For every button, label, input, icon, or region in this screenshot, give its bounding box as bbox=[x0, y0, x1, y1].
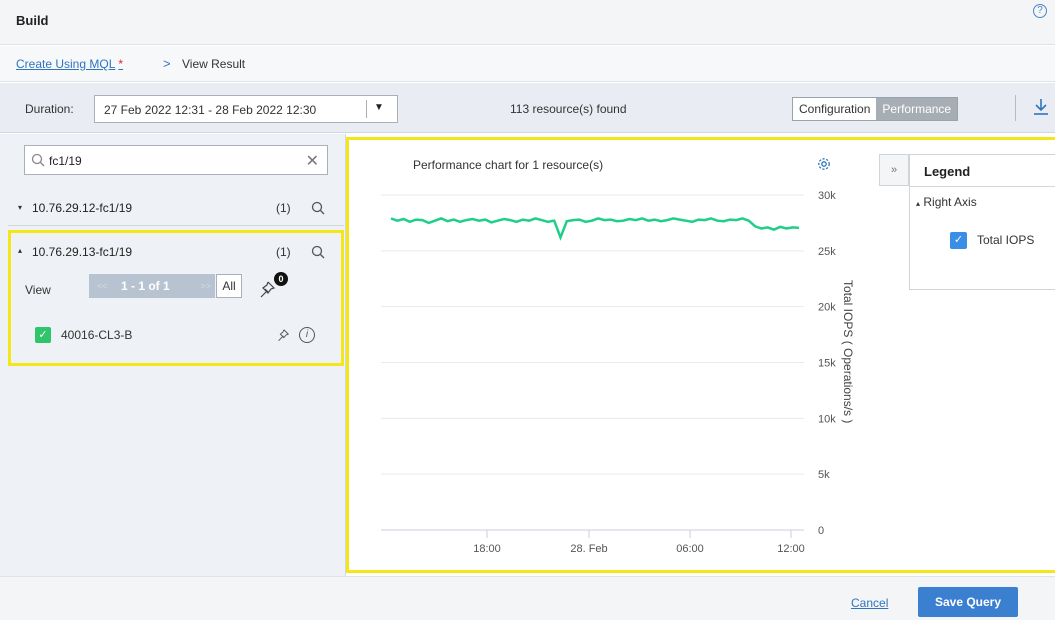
required-mark: * bbox=[118, 57, 124, 71]
search-icon[interactable] bbox=[311, 201, 325, 215]
duration-label: Duration: bbox=[25, 102, 74, 116]
page-header: Build ? bbox=[0, 0, 1055, 45]
resource-sidebar: ✕ ▾ 10.76.29.12-fc1/19 (1) ▴ 10.76.29.13… bbox=[0, 134, 346, 576]
pinned-count-badge: 0 bbox=[274, 272, 288, 286]
gear-icon[interactable] bbox=[816, 156, 832, 172]
group-label: 10.76.29.12-fc1/19 bbox=[32, 201, 133, 215]
all-button[interactable]: All bbox=[216, 274, 242, 298]
resource-checkbox[interactable]: ✓ bbox=[35, 327, 51, 343]
y-tick-label: 15k bbox=[818, 358, 836, 370]
pager: << 1 - 1 of 1 >> bbox=[89, 274, 215, 298]
chart-legend: Legend ▴ Right Axis ✓ Total IOPS bbox=[909, 154, 1055, 290]
pager-next[interactable]: >> bbox=[200, 274, 211, 298]
expanded-triangle-icon[interactable]: ▴ bbox=[18, 246, 22, 255]
clear-search-icon[interactable]: ✕ bbox=[306, 151, 319, 171]
chevron-right-icon: > bbox=[163, 56, 171, 71]
legend-toggle[interactable]: » bbox=[879, 154, 909, 186]
group-count: (1) bbox=[276, 245, 291, 259]
breadcrumb-current: View Result bbox=[182, 57, 246, 71]
pin-icon[interactable] bbox=[276, 328, 290, 342]
pager-prev[interactable]: << bbox=[97, 274, 108, 298]
resources-found-text: 113 resource(s) found bbox=[510, 102, 627, 116]
x-tick-label: 06:00 bbox=[676, 543, 704, 555]
x-tick-label: 12:00 bbox=[777, 543, 805, 555]
view-mode-toggle: Configuration Performance bbox=[792, 97, 959, 121]
legend-divider bbox=[910, 186, 1055, 187]
search-icon[interactable] bbox=[311, 245, 325, 259]
footer: Cancel Save Query bbox=[0, 576, 1055, 620]
y-tick-label: 30k bbox=[818, 190, 836, 202]
x-tick-label: 28. Feb bbox=[570, 543, 607, 555]
legend-group[interactable]: ▴ Right Axis bbox=[916, 195, 977, 209]
y-tick-label: 0 bbox=[818, 525, 824, 537]
legend-item-label: Total IOPS bbox=[977, 233, 1035, 247]
y-axis-label: Total IOPS ( Operations/s ) bbox=[841, 280, 855, 423]
search-input[interactable] bbox=[49, 152, 289, 170]
y-tick-label: 25k bbox=[818, 246, 836, 258]
legend-item-checkbox[interactable]: ✓ bbox=[950, 232, 967, 249]
group-row-1[interactable]: ▾ 10.76.29.12-fc1/19 (1) bbox=[8, 190, 344, 226]
group-label[interactable]: 10.76.29.13-fc1/19 bbox=[32, 245, 132, 259]
legend-group-label: Right Axis bbox=[923, 195, 977, 209]
y-tick-label: 10k bbox=[818, 413, 836, 425]
toolbar-divider bbox=[1015, 95, 1016, 121]
duration-value: 27 Feb 2022 12:31 - 28 Feb 2022 12:30 bbox=[104, 103, 317, 117]
dropdown-divider bbox=[366, 100, 367, 118]
view-label: View bbox=[25, 283, 51, 297]
download-icon[interactable] bbox=[1032, 97, 1050, 117]
chart-title: Performance chart for 1 resource(s) bbox=[413, 158, 604, 172]
expanded-triangle-icon: ▴ bbox=[916, 199, 921, 208]
collapsed-triangle-icon[interactable]: ▾ bbox=[18, 203, 22, 212]
expanded-group: ▴ 10.76.29.13-fc1/19 (1) View << 1 - 1 o… bbox=[8, 230, 344, 366]
legend-title: Legend bbox=[924, 164, 971, 179]
breadcrumb-create-using-mql[interactable]: Create Using MQL * bbox=[16, 57, 123, 71]
resource-name: 40016-CL3-B bbox=[61, 328, 133, 342]
pager-text: 1 - 1 of 1 bbox=[121, 279, 170, 293]
help-circle-icon[interactable]: ? bbox=[1033, 4, 1047, 18]
tab-configuration[interactable]: Configuration bbox=[793, 98, 877, 120]
search-icon bbox=[31, 153, 45, 167]
breadcrumb-link-text: Create Using MQL bbox=[16, 57, 116, 71]
caret-down-icon[interactable]: ▼ bbox=[374, 102, 384, 113]
tab-performance[interactable]: Performance bbox=[876, 98, 958, 120]
cancel-link[interactable]: Cancel bbox=[851, 596, 888, 610]
resource-search: ✕ bbox=[24, 145, 328, 175]
info-icon[interactable]: i bbox=[299, 327, 315, 343]
group-count: (1) bbox=[276, 201, 291, 215]
page-title: Build bbox=[16, 13, 49, 28]
series-line-total-iops bbox=[390, 217, 800, 241]
duration-dropdown[interactable]: 27 Feb 2022 12:31 - 28 Feb 2022 12:30 ▼ bbox=[94, 95, 398, 123]
y-tick-label: 20k bbox=[818, 302, 836, 314]
x-tick-label: 18:00 bbox=[473, 543, 501, 555]
y-tick-label: 5k bbox=[818, 469, 830, 481]
save-query-button[interactable]: Save Query bbox=[918, 587, 1018, 617]
toolbar: Duration: 27 Feb 2022 12:31 - 28 Feb 202… bbox=[0, 83, 1055, 133]
breadcrumb: Create Using MQL * > View Result bbox=[0, 46, 1055, 82]
